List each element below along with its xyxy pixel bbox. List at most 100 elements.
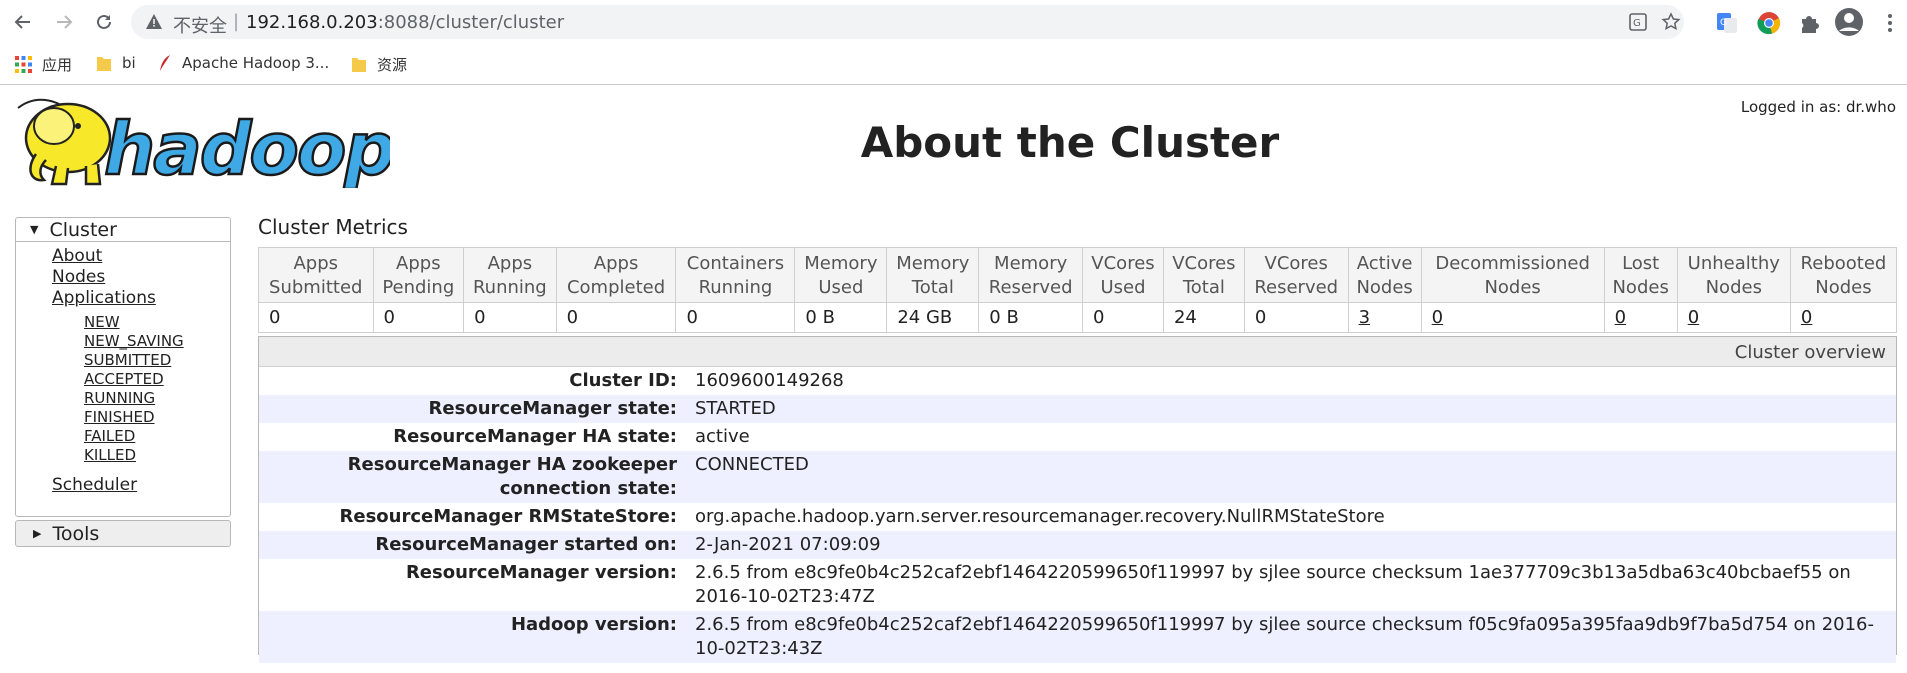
feather-icon (160, 55, 170, 71)
url-text[interactable]: 192.168.0.203:8088/cluster/cluster (246, 12, 564, 33)
metrics-col-header[interactable]: Memory Total (886, 247, 980, 303)
translate-icon[interactable]: G (1628, 12, 1648, 32)
metrics-col-header[interactable]: Memory Used (794, 247, 888, 303)
metric-vcores-reserved: 0 (1243, 302, 1349, 333)
bookmark-label: 应用 (42, 56, 73, 74)
metrics-col-header[interactable]: Unhealthy Nodes (1676, 247, 1791, 303)
sidebar-link-new-saving[interactable]: NEW_SAVING (84, 332, 230, 351)
bookmark-apps[interactable]: 应用 (15, 54, 72, 75)
sidebar-link-running[interactable]: RUNNING (84, 389, 230, 408)
translate-extension-icon[interactable]: G (1714, 10, 1740, 36)
svg-text:G: G (1720, 18, 1727, 28)
back-button[interactable] (10, 9, 36, 35)
triangle-right-icon: ▶ (33, 527, 42, 540)
metric-rebooted-nodes-link[interactable]: 0 (1789, 302, 1898, 333)
metrics-col-header[interactable]: Active Nodes (1347, 247, 1422, 303)
insecure-label[interactable]: 不安全 (173, 12, 227, 38)
bookmark-apache-hadoop[interactable]: Apache Hadoop 3... (158, 54, 329, 72)
star-icon[interactable] (1661, 12, 1681, 32)
metric-vcores-total: 24 (1162, 302, 1245, 333)
reload-button[interactable] (91, 9, 117, 35)
overview-row: ResourceManager version: 2.6.5 from e8c9… (259, 559, 1896, 611)
metric-apps-completed: 0 (555, 302, 677, 333)
sidebar-link-about[interactable]: About (52, 246, 230, 267)
metric-active-nodes-link[interactable]: 3 (1347, 302, 1422, 333)
metrics-col-header[interactable]: Decommissioned Nodes (1420, 247, 1605, 303)
overview-label: ResourceManager RMStateStore: (339, 506, 678, 527)
sidebar-link-finished[interactable]: FINISHED (84, 408, 230, 427)
profile-avatar-icon[interactable] (1834, 7, 1864, 37)
sidebar-link-accepted[interactable]: ACCEPTED (84, 370, 230, 389)
overview-value: org.apache.hadoop.yarn.server.resourcema… (695, 506, 1385, 527)
bookmark-label: Apache Hadoop 3... (182, 54, 330, 72)
sidebar-cluster-label: Cluster (49, 218, 117, 241)
cluster-metrics-table: Apps Submitted Apps Pending Apps Running Ap… (258, 247, 1898, 333)
sidebar-link-scheduler[interactable]: Scheduler (52, 475, 230, 496)
omnibox-separator: | (233, 11, 240, 32)
metrics-col-header[interactable]: Apps Submitted (258, 247, 374, 303)
folder-icon (352, 58, 366, 72)
sidebar-cluster-header[interactable]: ▼ Cluster (16, 218, 230, 242)
bookmarks-bar: 应用 bi Apache Hadoop 3... 资源 (0, 44, 1907, 85)
cluster-metrics-title: Cluster Metrics (258, 215, 408, 239)
sidebar-link-applications[interactable]: Applications (52, 288, 230, 309)
apps-grid-icon (15, 56, 32, 73)
overview-label: ResourceManager state: (428, 398, 677, 419)
overview-row: ResourceManager HA zookeeper connection … (259, 451, 1896, 503)
overview-label: ResourceManager started on: (375, 534, 677, 555)
overview-label: ResourceManager version: (405, 562, 677, 583)
sidebar-link-nodes[interactable]: Nodes (52, 267, 230, 288)
overview-label: ResourceManager HA zookeeper connection … (347, 454, 677, 499)
metrics-value-row: 0 0 0 0 0 0 B 24 GB 0 B 0 24 0 3 0 0 0 0 (258, 302, 1898, 333)
sidebar-tools-label: Tools (52, 522, 100, 545)
sidebar-link-new[interactable]: NEW (84, 313, 230, 332)
metrics-col-header[interactable]: VCores Total (1162, 247, 1245, 303)
bookmark-resources[interactable]: 资源 (351, 54, 407, 75)
hadoop-elephant-icon: hadoop (17, 98, 397, 192)
overview-row: ResourceManager started on: 2-Jan-2021 0… (259, 531, 1896, 559)
cluster-overview-table: Cluster ID: 1609600149268 ResourceManage… (259, 367, 1896, 663)
metrics-col-header[interactable]: VCores Used (1082, 247, 1164, 303)
metrics-col-header[interactable]: Apps Pending (372, 247, 465, 303)
sidebar-tools-header[interactable]: ▶ Tools (15, 520, 231, 547)
metric-decommissioned-nodes-link[interactable]: 0 (1420, 302, 1605, 333)
overview-row: ResourceManager HA state: active (259, 423, 1896, 451)
overview-value: 2.6.5 from e8c9fe0b4c252caf2ebf146422059… (695, 614, 1874, 659)
extensions-puzzle-icon[interactable] (1796, 10, 1822, 36)
sidebar-cluster: ▼ Cluster About Nodes Applications NEW N… (15, 217, 231, 517)
overview-row: Hadoop version: 2.6.5 from e8c9fe0b4c252… (259, 611, 1896, 663)
hadoop-logo: hadoop (16, 96, 397, 192)
metric-unhealthy-nodes-link[interactable]: 0 (1676, 302, 1791, 333)
metrics-col-header[interactable]: Containers Running (675, 247, 796, 303)
metrics-col-header[interactable]: Lost Nodes (1603, 247, 1678, 303)
metric-apps-submitted: 0 (258, 302, 374, 333)
metrics-col-header[interactable]: Apps Running (463, 247, 557, 303)
metrics-col-header[interactable]: VCores Reserved (1243, 247, 1349, 303)
url-host: 192.168.0.203 (246, 12, 378, 33)
warning-icon[interactable] (145, 13, 163, 31)
metric-apps-running: 0 (463, 302, 557, 333)
metric-memory-reserved: 0 B (978, 302, 1084, 333)
overview-row: ResourceManager RMStateStore: org.apache… (259, 503, 1896, 531)
cluster-overview-panel: Cluster overview Cluster ID: 16096001492… (258, 336, 1897, 663)
overview-value: 2.6.5 from e8c9fe0b4c252caf2ebf146422059… (695, 562, 1851, 607)
metrics-col-header[interactable]: Memory Reserved (978, 247, 1084, 303)
arrow-right-icon (57, 15, 73, 29)
sidebar-link-failed[interactable]: FAILED (84, 427, 230, 446)
metric-memory-total: 24 GB (886, 302, 980, 333)
metrics-col-header[interactable]: Rebooted Nodes (1789, 247, 1898, 303)
metrics-header-row: Apps Submitted Apps Pending Apps Running Ap… (258, 247, 1898, 303)
overview-value: CONNECTED (695, 454, 809, 475)
sidebar-link-killed[interactable]: KILLED (84, 446, 230, 465)
bookmark-bi[interactable]: bi (96, 54, 136, 72)
metrics-col-header[interactable]: Apps Completed (555, 247, 677, 303)
address-bar[interactable]: 不安全 | 192.168.0.203:8088/cluster/cluster… (131, 5, 1684, 39)
overview-row: Cluster ID: 1609600149268 (259, 367, 1896, 395)
metric-lost-nodes-link[interactable]: 0 (1603, 302, 1678, 333)
sidebar-link-submitted[interactable]: SUBMITTED (84, 351, 230, 370)
chrome-icon[interactable] (1756, 10, 1782, 36)
menu-kebab-icon[interactable] (1877, 10, 1903, 36)
url-path: :8088/cluster/cluster (377, 12, 565, 33)
forward-button[interactable] (51, 9, 77, 35)
page-title: About the Cluster (860, 118, 1280, 167)
